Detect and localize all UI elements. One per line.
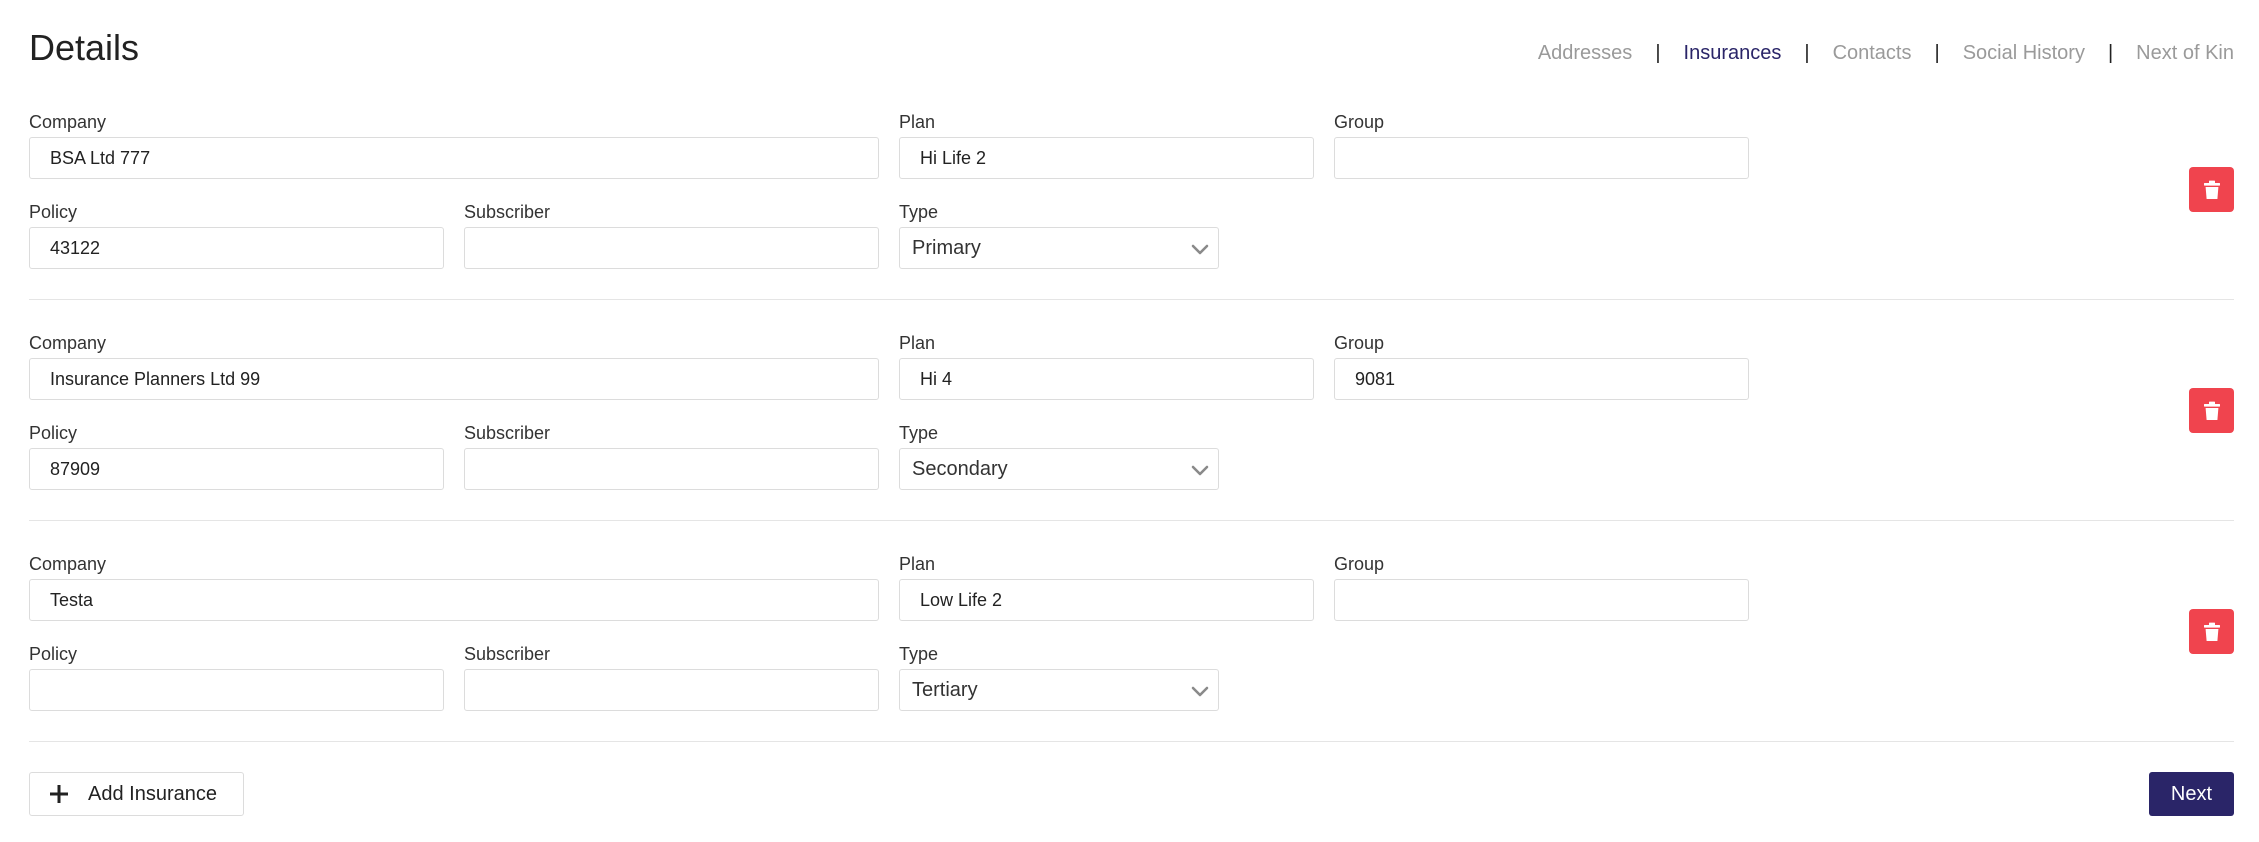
- type-select[interactable]: Secondary: [899, 448, 1219, 490]
- delete-insurance-button[interactable]: [2189, 167, 2234, 212]
- subscriber-label: Subscriber: [464, 202, 551, 222]
- tab-separator: |: [1804, 42, 1810, 64]
- company-label: Company: [29, 333, 107, 353]
- tab-next-of-kin[interactable]: Next of Kin: [2136, 38, 2234, 68]
- policy-input[interactable]: 43122: [29, 227, 444, 269]
- type-select[interactable]: Tertiary: [899, 669, 1219, 711]
- policy-label: Policy: [29, 423, 78, 443]
- insurance-entry: Company BSA Ltd 777 Plan Hi Life 2 Group…: [29, 79, 2234, 300]
- type-select-value: Tertiary: [912, 679, 978, 701]
- company-label: Company: [29, 554, 107, 574]
- type-select[interactable]: Primary: [899, 227, 1219, 269]
- tab-separator: |: [2107, 42, 2114, 64]
- group-input[interactable]: [1334, 579, 1749, 621]
- subscriber-input[interactable]: [464, 227, 879, 269]
- subscriber-input[interactable]: [464, 448, 879, 490]
- type-select-value: Secondary: [912, 458, 1008, 480]
- plan-label: Plan: [899, 554, 936, 574]
- tab-social-history[interactable]: Social History: [1963, 38, 2085, 68]
- subscriber-input[interactable]: [464, 669, 879, 711]
- tab-contacts[interactable]: Contacts: [1833, 38, 1912, 68]
- chevron-down-icon: [1191, 686, 1209, 697]
- type-label: Type: [899, 202, 939, 222]
- company-label: Company: [29, 112, 107, 132]
- chevron-down-icon: [1191, 465, 1209, 476]
- plan-label: Plan: [899, 333, 936, 353]
- add-insurance-button[interactable]: Add Insurance: [29, 772, 244, 816]
- insurance-entry: Company Testa Plan Low Life 2 Group Poli…: [29, 521, 2234, 742]
- plan-input[interactable]: Hi 4: [899, 358, 1314, 400]
- page-title: Details: [29, 27, 140, 68]
- tab-separator: |: [1655, 42, 1661, 64]
- trash-icon: [2203, 622, 2220, 641]
- trash-icon: [2203, 401, 2220, 420]
- type-label: Type: [899, 644, 939, 664]
- group-label: Group: [1334, 554, 1385, 574]
- group-label: Group: [1334, 112, 1385, 132]
- plan-label: Plan: [899, 112, 936, 132]
- policy-label: Policy: [29, 644, 78, 664]
- delete-insurance-button[interactable]: [2189, 609, 2234, 654]
- section-tabs: Addresses | Insurances | Contacts | Soci…: [1538, 38, 2234, 68]
- delete-insurance-button[interactable]: [2189, 388, 2234, 433]
- row-divider: [29, 741, 2234, 742]
- insurance-details-page: Details Addresses | Insurances | Contact…: [0, 0, 2259, 842]
- type-select-value: Primary: [912, 237, 981, 259]
- tab-separator: |: [1934, 42, 1940, 64]
- company-input[interactable]: Insurance Planners Ltd 99: [29, 358, 879, 400]
- group-label: Group: [1334, 333, 1385, 353]
- type-label: Type: [899, 423, 939, 443]
- subscriber-label: Subscriber: [464, 423, 551, 443]
- plan-input[interactable]: Hi Life 2: [899, 137, 1314, 179]
- policy-input[interactable]: [29, 669, 444, 711]
- plan-input[interactable]: Low Life 2: [899, 579, 1314, 621]
- insurance-entry: Company Insurance Planners Ltd 99 Plan H…: [29, 300, 2234, 521]
- policy-input[interactable]: 87909: [29, 448, 444, 490]
- company-input[interactable]: Testa: [29, 579, 879, 621]
- subscriber-label: Subscriber: [464, 644, 551, 664]
- group-input[interactable]: 9081: [1334, 358, 1749, 400]
- plus-icon: [50, 785, 68, 803]
- trash-icon: [2203, 180, 2220, 199]
- policy-label: Policy: [29, 202, 78, 222]
- company-input[interactable]: BSA Ltd 777: [29, 137, 879, 179]
- group-input[interactable]: [1334, 137, 1749, 179]
- chevron-down-icon: [1191, 244, 1209, 255]
- add-insurance-label: Add Insurance: [88, 782, 217, 805]
- next-button[interactable]: Next: [2148, 772, 2234, 816]
- tab-insurances[interactable]: Insurances: [1684, 38, 1782, 68]
- tab-addresses[interactable]: Addresses: [1538, 38, 1633, 68]
